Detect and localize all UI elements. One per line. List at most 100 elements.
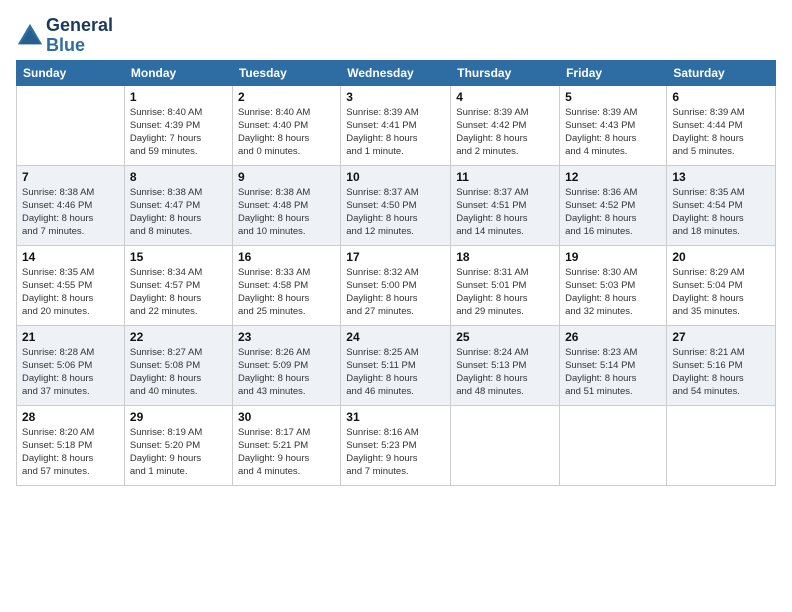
day-info: Sunrise: 8:38 AMSunset: 4:46 PMDaylight:… [22,186,119,239]
day-info: Sunrise: 8:32 AMSunset: 5:00 PMDaylight:… [346,266,445,319]
day-number: 31 [346,410,445,424]
calendar-cell: 24 Sunrise: 8:25 AMSunset: 5:11 PMDayligh… [341,325,451,405]
day-info: Sunrise: 8:17 AMSunset: 5:21 PMDaylight:… [238,426,335,479]
calendar-week-row: 1Sunrise: 8:40 AMSunset: 4:39 PMDaylight… [17,85,776,165]
day-number: 20 [672,250,770,264]
header-sunday: Sunday [17,60,125,85]
calendar-cell: 11Sunrise: 8:37 AMSunset: 4:51 PMDayligh… [451,165,560,245]
day-info: Sunrise: 8:26 AMSunset: 5:09 PMDaylight:… [238,346,335,399]
calendar-cell: 18 Sunrise: 8:31 AMSunset: 5:01 PMDayligh… [451,245,560,325]
day-number: 23 [238,330,335,344]
calendar-cell: 1Sunrise: 8:40 AMSunset: 4:39 PMDaylight… [124,85,232,165]
day-number: 10 [346,170,445,184]
calendar-cell: 17Sunrise: 8:32 AMSunset: 5:00 PMDayligh… [341,245,451,325]
day-info: Sunrise: 8:24 AMSunset: 5:13 PMDaylight:… [456,346,554,399]
day-number: 15 [130,250,227,264]
calendar-cell [667,405,776,485]
day-info: Sunrise: 8:30 AMSunset: 5:03 PMDaylight:… [565,266,661,319]
calendar-week-row: 21Sunrise: 8:28 AMSunset: 5:06 PMDayligh… [17,325,776,405]
calendar-cell: 8 Sunrise: 8:38 AMSunset: 4:47 PMDaylight… [124,165,232,245]
calendar-cell: 26Sunrise: 8:23 AMSunset: 5:14 PMDayligh… [560,325,667,405]
day-info: Sunrise: 8:20 AMSunset: 5:18 PMDaylight:… [22,426,119,479]
day-info: Sunrise: 8:35 AMSunset: 4:54 PMDaylight:… [672,186,770,239]
calendar-cell: 29 Sunrise: 8:19 AMSunset: 5:20 PMDayligh… [124,405,232,485]
day-number: 9 [238,170,335,184]
calendar-cell: 14 Sunrise: 8:35 AMSunset: 4:55 PMDayligh… [17,245,125,325]
day-number: 16 [238,250,335,264]
calendar-cell: 10 Sunrise: 8:37 AMSunset: 4:50 PMDayligh… [341,165,451,245]
calendar-cell: 9 Sunrise: 8:38 AMSunset: 4:48 PMDaylight… [232,165,340,245]
calendar-cell: 27 Sunrise: 8:21 AMSunset: 5:16 PMDayligh… [667,325,776,405]
day-info: Sunrise: 8:28 AMSunset: 5:06 PMDaylight:… [22,346,119,399]
day-info: Sunrise: 8:40 AMSunset: 4:39 PMDaylight:… [130,106,227,159]
day-info: Sunrise: 8:31 AMSunset: 5:01 PMDaylight:… [456,266,554,319]
day-info: Sunrise: 8:25 AMSunset: 5:11 PMDaylight:… [346,346,445,399]
calendar-cell: 16 Sunrise: 8:33 AMSunset: 4:58 PMDayligh… [232,245,340,325]
day-number: 24 [346,330,445,344]
day-number: 29 [130,410,227,424]
main-container: General Blue Sunday Monday Tuesday Wedne… [0,0,792,494]
calendar-cell: 7 Sunrise: 8:38 AMSunset: 4:46 PMDaylight… [17,165,125,245]
day-number: 28 [22,410,119,424]
day-number: 30 [238,410,335,424]
day-number: 14 [22,250,119,264]
header-monday: Monday [124,60,232,85]
day-info: Sunrise: 8:40 AMSunset: 4:40 PMDaylight:… [238,106,335,159]
calendar-table: Sunday Monday Tuesday Wednesday Thursday… [16,60,776,486]
day-info: Sunrise: 8:38 AMSunset: 4:47 PMDaylight:… [130,186,227,239]
day-info: Sunrise: 8:38 AMSunset: 4:48 PMDaylight:… [238,186,335,239]
day-info: Sunrise: 8:19 AMSunset: 5:20 PMDaylight:… [130,426,227,479]
day-info: Sunrise: 8:36 AMSunset: 4:52 PMDaylight:… [565,186,661,239]
day-info: Sunrise: 8:33 AMSunset: 4:58 PMDaylight:… [238,266,335,319]
day-info: Sunrise: 8:39 AMSunset: 4:43 PMDaylight:… [565,106,661,159]
day-number: 2 [238,90,335,104]
day-info: Sunrise: 8:21 AMSunset: 5:16 PMDaylight:… [672,346,770,399]
calendar-cell: 20 Sunrise: 8:29 AMSunset: 5:04 PMDayligh… [667,245,776,325]
day-info: Sunrise: 8:16 AMSunset: 5:23 PMDaylight:… [346,426,445,479]
day-info: Sunrise: 8:37 AMSunset: 4:50 PMDaylight:… [346,186,445,239]
calendar-cell: 15 Sunrise: 8:34 AMSunset: 4:57 PMDayligh… [124,245,232,325]
day-info: Sunrise: 8:39 AMSunset: 4:44 PMDaylight:… [672,106,770,159]
header: General Blue [16,12,776,56]
calendar-cell [451,405,560,485]
day-number: 25 [456,330,554,344]
logo: General Blue [16,16,113,56]
day-number: 7 [22,170,119,184]
header-thursday: Thursday [451,60,560,85]
day-info: Sunrise: 8:34 AMSunset: 4:57 PMDaylight:… [130,266,227,319]
day-info: Sunrise: 8:39 AMSunset: 4:41 PMDaylight:… [346,106,445,159]
calendar-cell: 21Sunrise: 8:28 AMSunset: 5:06 PMDayligh… [17,325,125,405]
calendar-week-row: 7 Sunrise: 8:38 AMSunset: 4:46 PMDaylight… [17,165,776,245]
day-number: 27 [672,330,770,344]
calendar-cell: 4Sunrise: 8:39 AMSunset: 4:42 PMDaylight… [451,85,560,165]
calendar-cell [560,405,667,485]
day-number: 6 [672,90,770,104]
header-wednesday: Wednesday [341,60,451,85]
calendar-cell [17,85,125,165]
logo-text-blue: Blue [46,36,113,56]
calendar-cell: 6 Sunrise: 8:39 AMSunset: 4:44 PMDaylight… [667,85,776,165]
day-number: 5 [565,90,661,104]
logo-text-general: General [46,16,113,36]
calendar-cell: 22Sunrise: 8:27 AMSunset: 5:08 PMDayligh… [124,325,232,405]
header-friday: Friday [560,60,667,85]
header-tuesday: Tuesday [232,60,340,85]
calendar-cell: 23 Sunrise: 8:26 AMSunset: 5:09 PMDayligh… [232,325,340,405]
day-number: 19 [565,250,661,264]
day-info: Sunrise: 8:29 AMSunset: 5:04 PMDaylight:… [672,266,770,319]
day-info: Sunrise: 8:35 AMSunset: 4:55 PMDaylight:… [22,266,119,319]
day-number: 18 [456,250,554,264]
day-number: 13 [672,170,770,184]
calendar-week-row: 28 Sunrise: 8:20 AMSunset: 5:18 PMDayligh… [17,405,776,485]
logo-icon [16,22,44,50]
calendar-cell: 31 Sunrise: 8:16 AMSunset: 5:23 PMDayligh… [341,405,451,485]
day-number: 26 [565,330,661,344]
day-number: 11 [456,170,554,184]
calendar-cell: 19 Sunrise: 8:30 AMSunset: 5:03 PMDayligh… [560,245,667,325]
calendar-cell: 25 Sunrise: 8:24 AMSunset: 5:13 PMDayligh… [451,325,560,405]
day-number: 22 [130,330,227,344]
calendar-cell: 2 Sunrise: 8:40 AMSunset: 4:40 PMDaylight… [232,85,340,165]
weekday-header-row: Sunday Monday Tuesday Wednesday Thursday… [17,60,776,85]
day-number: 8 [130,170,227,184]
day-number: 12 [565,170,661,184]
